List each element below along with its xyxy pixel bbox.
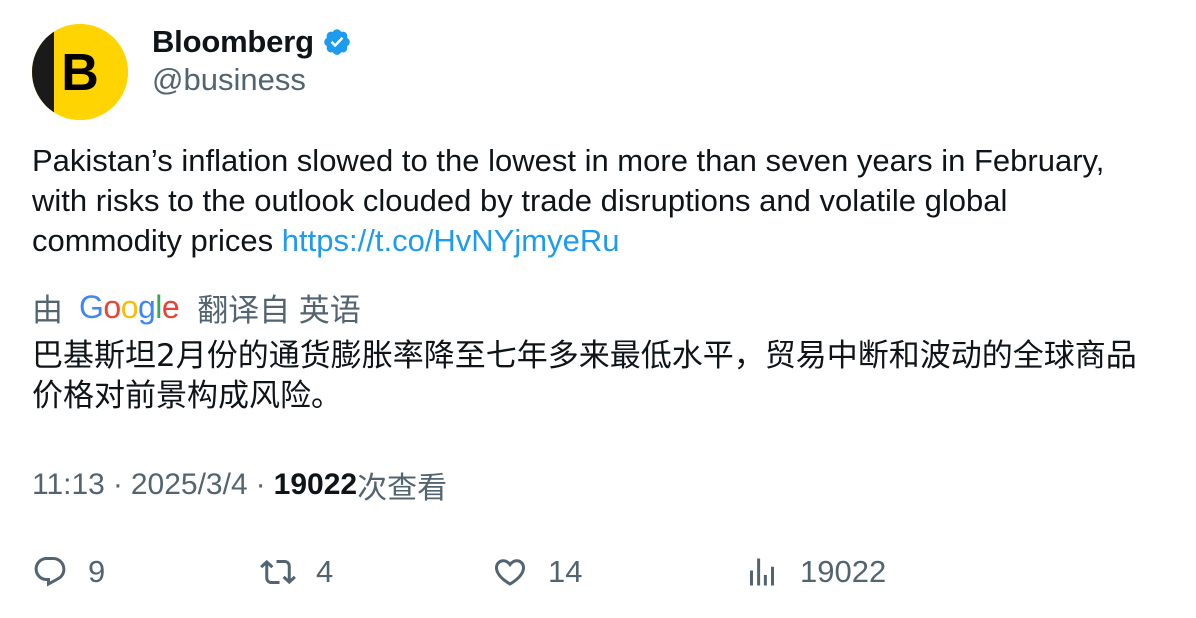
- translation-prefix: 由: [32, 292, 63, 328]
- views-count: 19022: [800, 554, 887, 589]
- tweet-date[interactable]: 2025/3/4: [131, 468, 248, 502]
- action-bar: 9 4 14 19022: [32, 550, 1162, 594]
- reply-icon: [34, 557, 66, 587]
- translation-attribution: 由 Google 翻译自 英语: [32, 287, 361, 328]
- tweet-link[interactable]: https://t.co/HvNYjmyeRu: [282, 223, 620, 258]
- google-letter: G: [79, 288, 104, 325]
- meta-views-label: 次查看: [357, 472, 448, 505]
- tweet-time[interactable]: 11:13: [32, 468, 105, 502]
- like-button[interactable]: 14: [492, 550, 582, 594]
- analytics-bar-icon: [750, 558, 774, 586]
- verified-badge-icon[interactable]: [322, 27, 352, 57]
- meta-separator: ·: [255, 468, 266, 501]
- like-count: 14: [548, 554, 583, 589]
- translation-suffix: 翻译自 英语: [197, 292, 361, 328]
- google-letter: l: [155, 288, 162, 325]
- author-handle[interactable]: @business: [152, 62, 306, 98]
- google-letter: g: [137, 288, 156, 325]
- author-display-name[interactable]: Bloomberg: [152, 24, 314, 60]
- translated-text: 巴基斯坦2月份的通货膨胀率降至七年多来最低水平，贸易中断和波动的全球商品价格对前…: [32, 338, 1137, 414]
- reply-button[interactable]: 9: [32, 550, 105, 594]
- avatar-letter: B: [61, 44, 99, 102]
- tweet-meta: 11:13 · 2025/3/4 · 19022 次查看: [32, 465, 447, 505]
- retweet-count: 4: [316, 554, 334, 589]
- google-logo: Google: [79, 288, 180, 326]
- meta-separator: ·: [112, 468, 123, 501]
- retweet-icon: [260, 559, 296, 585]
- bloomberg-logo: B: [32, 24, 128, 120]
- google-letter: o: [120, 288, 139, 325]
- retweet-button[interactable]: 4: [260, 550, 333, 594]
- google-letter: o: [103, 288, 121, 325]
- author-name-row: Bloomberg: [152, 22, 352, 62]
- avatar[interactable]: B: [32, 24, 128, 120]
- tweet-text: Pakistan’s inflation slowed to the lowes…: [32, 141, 1162, 261]
- reply-count: 9: [88, 554, 106, 589]
- google-letter: e: [161, 288, 180, 325]
- meta-views-count: 19022: [273, 468, 358, 501]
- views-button[interactable]: 19022: [744, 550, 886, 594]
- heart-icon: [494, 559, 526, 586]
